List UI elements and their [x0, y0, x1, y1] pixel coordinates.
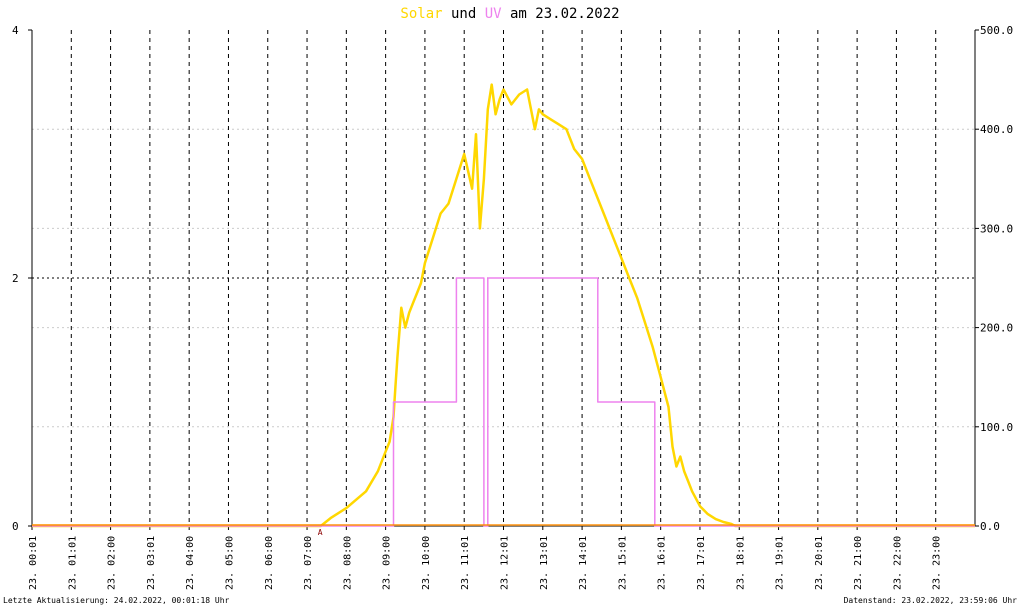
x-tick-label: 23. 10:00	[421, 536, 432, 590]
x-tick-label: 23. 12:01	[500, 536, 511, 590]
x-tick-label: 23. 23:00	[932, 536, 943, 590]
left-tick-label: 2	[12, 272, 19, 285]
last-update-label: Letzte Aktualisierung: 24.02.2022, 00:01…	[3, 596, 230, 605]
chart-title-part-3: am 23.02.2022	[502, 6, 620, 22]
x-tick-label: 23. 22:00	[892, 536, 903, 590]
x-tick-label: 23. 17:01	[696, 536, 707, 590]
x-tick-label: 23. 13:01	[539, 536, 550, 590]
x-tick-label: 23. 19:01	[775, 536, 786, 590]
x-tick-label: 23. 18:01	[735, 536, 746, 590]
x-tick-label: 23. 06:00	[264, 536, 275, 590]
right-tick-label: 100.0	[980, 421, 1013, 434]
left-tick-label: 0	[12, 520, 19, 533]
chart-title-part-0: Solar	[400, 6, 442, 22]
x-tick-label: 23. 03:01	[146, 536, 157, 590]
right-tick-label: 0.0	[980, 520, 1000, 533]
chart-stage: Solar und UV am 23.02.2022 0 2 4 0.0 100.0 200…	[0, 0, 1020, 606]
x-tick-label: 23. 05:00	[224, 536, 235, 590]
marker-label: A	[318, 528, 323, 537]
x-tick-label: 23. 16:01	[657, 536, 668, 590]
x-tick-label: 23. 08:00	[342, 536, 353, 590]
left-tick-label: 4	[12, 24, 19, 37]
x-tick-label: 23. 01:01	[67, 536, 78, 590]
x-tick-label: 23. 20:01	[814, 536, 825, 590]
x-tick-label: 23. 15:01	[617, 536, 628, 590]
chart-title-part-2: UV	[485, 6, 502, 22]
x-tick-label: 23. 11:01	[460, 536, 471, 590]
right-tick-label: 200.0	[980, 322, 1013, 335]
x-tick-label: 23. 21:00	[853, 536, 864, 590]
right-tick-label: 500.0	[980, 24, 1013, 37]
chart-title: Solar und UV am 23.02.2022	[400, 6, 619, 22]
x-tick-label: 23. 07:00	[303, 536, 314, 590]
x-tick-label: 23. 09:00	[382, 536, 393, 590]
solar-uv-chart: Solar und UV am 23.02.2022 0 2 4 0.0 100.0 200…	[12, 6, 1013, 590]
x-tick-label: 23. 02:00	[107, 536, 118, 590]
x-tick-label: 23. 00:01	[28, 536, 39, 590]
right-tick-label: 400.0	[980, 123, 1013, 136]
chart-title-part-1: und	[443, 6, 485, 22]
data-timestamp-label: Datenstand: 23.02.2022, 23:59:06 Uhr	[843, 596, 1017, 605]
x-tick-label: 23. 04:00	[185, 536, 196, 590]
x-tick-label: 23. 14:01	[578, 536, 589, 590]
right-tick-label: 300.0	[980, 222, 1013, 235]
